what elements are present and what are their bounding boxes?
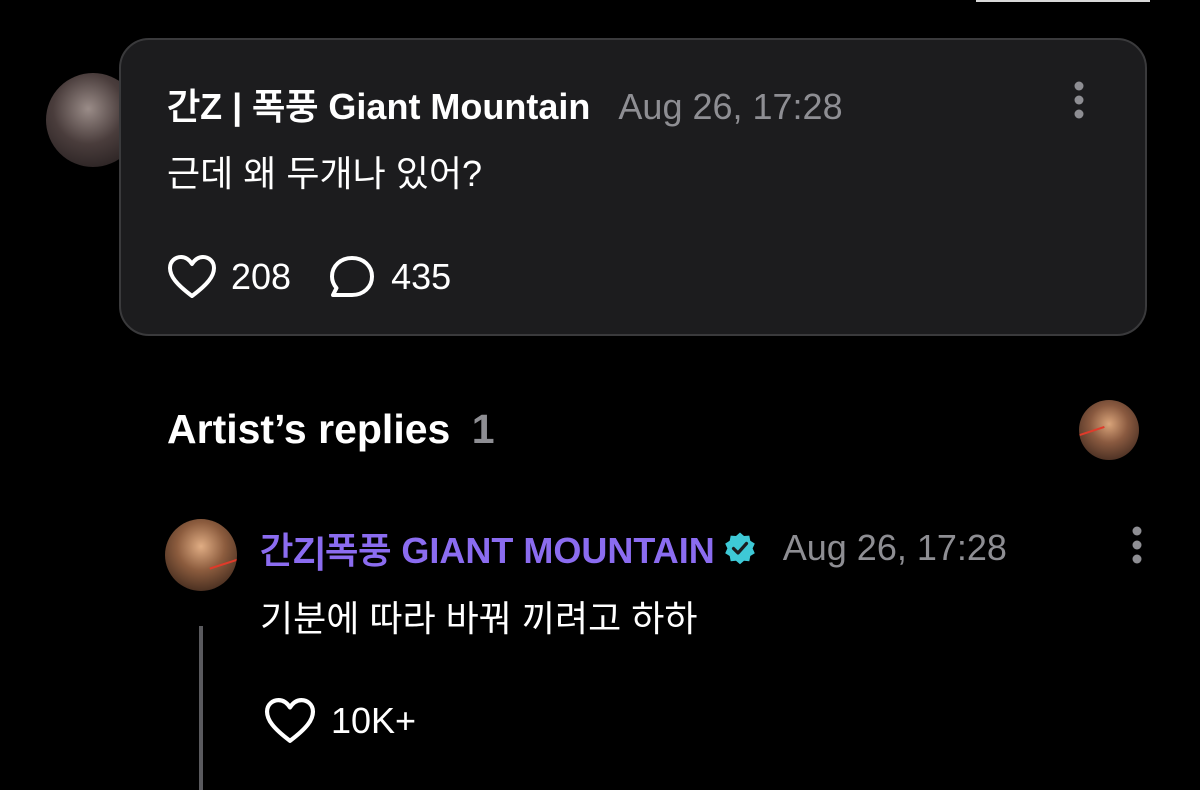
artist-replies-count: 1: [471, 406, 495, 452]
heart-outline-icon: [168, 255, 216, 298]
reply-like-count: 10K+: [331, 700, 417, 741]
verified-badge-icon: [724, 532, 755, 565]
comment-button[interactable]: 435: [327, 254, 451, 300]
artist-avatar[interactable]: [165, 519, 237, 591]
comment-actions: 208 435: [167, 252, 451, 302]
comment-header: 간Z | 폭풍 Giant Mountain Aug 26, 17:28: [167, 78, 843, 130]
comment-card: 간Z | 폭풍 Giant Mountain Aug 26, 17:28 근데 …: [119, 38, 1147, 336]
reply-like-button[interactable]: 10K+: [263, 697, 416, 745]
comment-count: 435: [391, 256, 452, 297]
heart-outline-icon: [264, 698, 316, 743]
reply-more-options-icon[interactable]: [1131, 525, 1143, 565]
more-options-icon[interactable]: [1073, 80, 1085, 120]
like-count: 208: [231, 256, 292, 297]
avatar-detail: [1079, 426, 1105, 436]
reply-text: 기분에 따라 바꿔 끼려고 하하: [260, 598, 698, 639]
comment-author[interactable]: 간Z | 폭풍 Giant Mountain: [167, 78, 590, 130]
reply-actions: 10K+: [263, 696, 416, 746]
like-button[interactable]: 208: [167, 254, 291, 300]
artist-replies-title: Artist’s replies: [167, 406, 451, 452]
top-divider: [976, 0, 1150, 2]
reply-header: 간Z|폭풍 GIANT MOUNTAIN Aug 26, 17:28: [260, 522, 1007, 574]
comment-text: 근데 왜 두개나 있어?: [167, 153, 482, 194]
artist-avatar-small[interactable]: [1079, 400, 1139, 460]
artist-replies-header: Artist’s replies 1: [167, 406, 495, 453]
reply-author[interactable]: 간Z|폭풍 GIANT MOUNTAIN: [260, 522, 715, 574]
reply-timestamp: Aug 26, 17:28: [782, 527, 1007, 568]
thread-line: [199, 626, 203, 790]
speech-bubble-icon: [330, 256, 375, 297]
avatar-detail: [209, 558, 237, 570]
comment-timestamp: Aug 26, 17:28: [618, 86, 843, 127]
